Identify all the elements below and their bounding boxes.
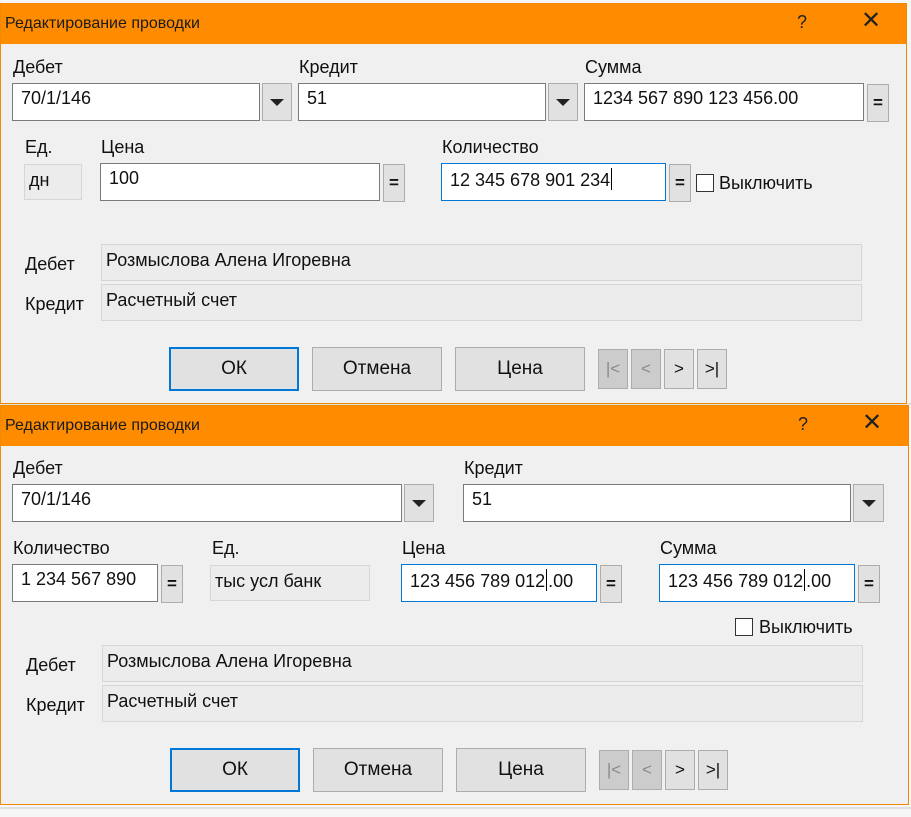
- unit-value: дн: [24, 164, 82, 200]
- exclude-checkbox[interactable]: [735, 618, 753, 636]
- summa-input[interactable]: 1234 567 890 123 456.00: [584, 83, 864, 121]
- quantity-label: Количество: [442, 137, 539, 157]
- title-bar[interactable]: Редактирование проводки ? ✕: [1, 406, 908, 446]
- summa-value-int: 123 456 789 012: [668, 571, 804, 591]
- kredit-label: Кредит: [299, 57, 358, 77]
- text-caret: [546, 569, 548, 591]
- info-kredit-label: Кредит: [25, 294, 84, 314]
- kredit-input[interactable]: 51: [298, 83, 546, 121]
- summa-label: Сумма: [585, 57, 642, 77]
- price-label: Цена: [402, 538, 446, 558]
- nav-last-button[interactable]: >|: [697, 349, 727, 389]
- quantity-value: 12 345 678 901 234: [450, 170, 611, 190]
- debet-label: Дебет: [13, 458, 63, 478]
- summa-input[interactable]: 123 456 789 012.00: [659, 564, 855, 602]
- text-caret: [804, 569, 806, 591]
- price-button[interactable]: Цена: [456, 748, 586, 792]
- quantity-label: Количество: [13, 538, 110, 558]
- kredit-label: Кредит: [464, 458, 523, 478]
- cancel-button[interactable]: Отмена: [313, 748, 443, 792]
- edit-entry-dialog-1: Редактирование проводки ? ✕ Дебет 70/1/1…: [0, 3, 907, 404]
- nav-first-button[interactable]: |<: [599, 750, 629, 790]
- nav-prev-button[interactable]: <: [631, 349, 661, 389]
- quantity-input[interactable]: 12 345 678 901 234: [441, 163, 666, 201]
- debet-input[interactable]: 70/1/146: [12, 83, 260, 121]
- kredit-input[interactable]: 51: [463, 484, 851, 522]
- price-input[interactable]: 123 456 789 012.00: [401, 564, 597, 602]
- info-kredit-label: Кредит: [26, 695, 85, 715]
- info-debet-label: Дебет: [25, 254, 75, 274]
- debet-label: Дебет: [13, 57, 63, 77]
- exclude-label[interactable]: Выключить: [719, 173, 813, 194]
- exclude-label[interactable]: Выключить: [759, 617, 853, 638]
- close-icon[interactable]: ✕: [861, 9, 881, 33]
- quantity-calc-button[interactable]: =: [161, 565, 183, 603]
- title-bar[interactable]: Редактирование проводки ? ✕: [1, 4, 906, 44]
- summa-value-frac: .00: [806, 571, 832, 591]
- info-kredit-value: Расчетный счет: [102, 685, 863, 722]
- quantity-input[interactable]: 1 234 567 890: [12, 564, 158, 602]
- kredit-dropdown-button[interactable]: [853, 484, 884, 522]
- edit-entry-dialog-2: Редактирование проводки ? ✕ Дебет 70/1/1…: [0, 405, 909, 805]
- nav-prev-button[interactable]: <: [632, 750, 662, 790]
- debet-dropdown-button[interactable]: [404, 484, 434, 522]
- debet-dropdown-button[interactable]: [262, 83, 292, 121]
- quantity-calc-button[interactable]: =: [669, 164, 691, 202]
- kredit-dropdown-button[interactable]: [548, 83, 578, 121]
- info-debet-label: Дебет: [26, 655, 76, 675]
- price-label: Цена: [101, 137, 145, 157]
- unit-label: Ед.: [25, 137, 53, 157]
- text-caret: [611, 168, 613, 190]
- info-debet-value: Розмыслова Алена Игоревна: [102, 645, 863, 682]
- nav-next-button[interactable]: >: [665, 750, 695, 790]
- summa-label: Сумма: [660, 538, 717, 558]
- dialog-title: Редактирование проводки: [5, 417, 200, 434]
- ok-button[interactable]: ОК: [169, 347, 299, 391]
- close-icon[interactable]: ✕: [862, 411, 882, 435]
- summa-calc-button[interactable]: =: [858, 565, 880, 603]
- unit-label: Ед.: [212, 538, 240, 558]
- price-calc-button[interactable]: =: [600, 565, 622, 603]
- unit-value: тыс усл банк: [210, 565, 370, 601]
- info-kredit-value: Расчетный счет: [101, 284, 862, 321]
- price-calc-button[interactable]: =: [383, 164, 405, 202]
- cancel-button[interactable]: Отмена: [312, 347, 442, 391]
- price-value-int: 123 456 789 012: [410, 571, 546, 591]
- debet-input[interactable]: 70/1/146: [12, 484, 402, 522]
- help-button[interactable]: ?: [797, 12, 807, 33]
- price-input[interactable]: 100: [100, 163, 380, 201]
- price-button[interactable]: Цена: [455, 347, 585, 391]
- info-debet-value: Розмыслова Алена Игоревна: [101, 244, 862, 281]
- ok-button[interactable]: ОК: [170, 748, 300, 792]
- help-button[interactable]: ?: [798, 414, 808, 435]
- price-value-frac: .00: [548, 571, 574, 591]
- summa-calc-button[interactable]: =: [867, 84, 889, 122]
- nav-first-button[interactable]: |<: [598, 349, 628, 389]
- nav-last-button[interactable]: >|: [698, 750, 728, 790]
- dialog-title: Редактирование проводки: [5, 15, 200, 32]
- nav-next-button[interactable]: >: [664, 349, 694, 389]
- exclude-checkbox[interactable]: [696, 174, 714, 192]
